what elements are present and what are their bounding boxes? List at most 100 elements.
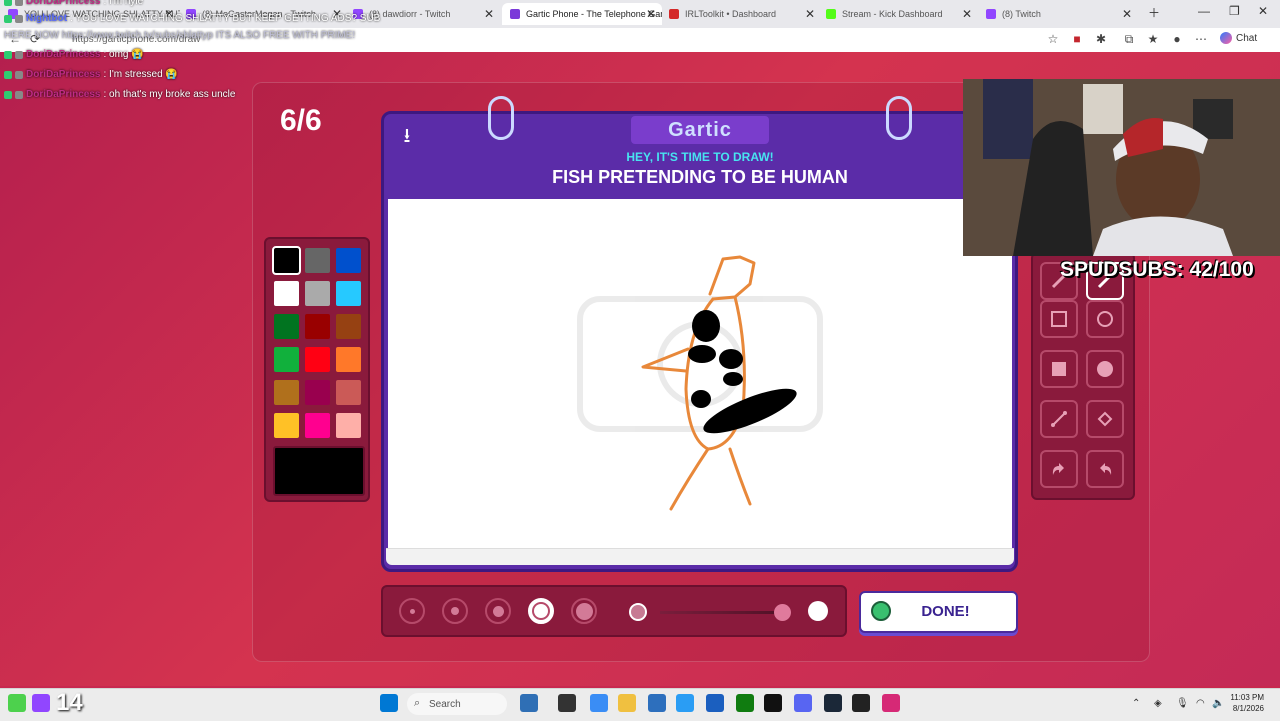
redo-icon[interactable] — [1086, 450, 1124, 488]
app-icon-3[interactable] — [706, 694, 724, 712]
maximize-icon[interactable]: ❐ — [1229, 4, 1240, 18]
color-swatch[interactable] — [305, 314, 330, 339]
color-swatch[interactable] — [274, 413, 299, 438]
color-swatch[interactable] — [336, 281, 361, 306]
color-swatch[interactable] — [305, 281, 330, 306]
filled-ellipse-tool[interactable] — [1086, 350, 1124, 388]
close-tab-icon[interactable]: ✕ — [1122, 7, 1132, 21]
collections-icon[interactable]: ★ — [1146, 32, 1160, 46]
color-swatch[interactable] — [336, 413, 361, 438]
color-swatch[interactable] — [336, 314, 361, 339]
tab-favicon-icon — [826, 9, 836, 19]
instruction-text: HEY, IT'S TIME TO DRAW! — [626, 150, 774, 164]
browser-tab[interactable]: Stream - Kick Dashboard ✕ — [818, 3, 978, 25]
brush-size-option[interactable] — [399, 598, 425, 624]
minimize-icon[interactable]: — — [1198, 4, 1210, 18]
opacity-max-indicator — [808, 601, 828, 621]
taskbar-search[interactable]: ⌕ Search — [407, 693, 507, 715]
brush-size-option[interactable] — [571, 598, 597, 624]
tray-chevron-icon[interactable]: ⌃ — [1132, 698, 1140, 709]
color-swatch[interactable] — [305, 248, 330, 273]
app-icon-2[interactable] — [676, 694, 694, 712]
color-swatch[interactable] — [336, 380, 361, 405]
capcut-icon[interactable] — [764, 694, 782, 712]
steam-icon[interactable] — [824, 694, 842, 712]
browser-tab[interactable]: IRLToolkit • Dashboard ✕ — [661, 3, 821, 25]
color-swatch[interactable] — [336, 347, 361, 372]
brush-size-option[interactable] — [485, 598, 511, 624]
chat-message: DoriDaPrincess: I'm stressed 😭 — [4, 69, 178, 80]
instagram-icon[interactable] — [882, 694, 900, 712]
color-swatch[interactable] — [305, 380, 330, 405]
new-tab-icon[interactable]: ＋ — [1148, 4, 1160, 21]
color-swatch[interactable] — [274, 380, 299, 405]
browser-tab[interactable]: (8) Twitch ✕ — [978, 3, 1138, 25]
color-swatch[interactable] — [274, 281, 299, 306]
obs-icon[interactable] — [852, 694, 870, 712]
copilot-chat-button[interactable]: Chat — [1220, 32, 1257, 44]
chat-badge-icon — [15, 70, 23, 79]
color-swatch[interactable] — [305, 413, 330, 438]
opacity-slider[interactable] — [660, 611, 788, 614]
chat-username[interactable]: DoriDaPrincess — [26, 89, 100, 100]
chat-text: : I'm stressed 😭 — [103, 69, 178, 80]
favorite-icon[interactable]: ☆ — [1046, 32, 1060, 46]
color-swatch[interactable] — [274, 347, 299, 372]
download-icon[interactable]: ⭳ — [395, 121, 419, 147]
puzzle-icon[interactable]: ✱ — [1094, 32, 1108, 46]
undo-icon[interactable] — [1040, 450, 1078, 488]
more-icon[interactable]: ⋯ — [1194, 32, 1208, 46]
vpn-icon[interactable]: ◈ — [1154, 698, 1162, 709]
split-screen-icon[interactable]: ⧉ — [1122, 32, 1136, 46]
volume-icon[interactable]: 🔈 — [1212, 698, 1224, 709]
discord-icon[interactable] — [794, 694, 812, 712]
gartic-logo: Gartic — [631, 116, 769, 144]
wifi-icon[interactable]: ◠ — [1196, 698, 1205, 709]
close-tab-icon[interactable]: ✕ — [805, 7, 815, 21]
close-tab-icon[interactable]: ✕ — [646, 7, 656, 21]
weather-icon[interactable] — [520, 694, 538, 712]
ellipse-tool[interactable] — [1086, 300, 1124, 338]
brush-size-option[interactable] — [528, 598, 554, 624]
drawing-canvas[interactable] — [388, 199, 1012, 549]
close-tab-icon[interactable]: ✕ — [484, 7, 494, 21]
canvas-page-edge — [386, 548, 1014, 565]
chat-username[interactable]: DoriDaPrincess — [26, 0, 100, 7]
chat-text: : YOU LOVE WATCHING SHLATTY BUT KEEP GET… — [70, 13, 381, 24]
browser-tab[interactable]: Gartic Phone - The Telephone Gam ✕ — [502, 3, 662, 25]
mic-icon[interactable]: 🎙 — [1176, 698, 1189, 709]
chat-username[interactable]: Nightbot — [26, 13, 67, 24]
brush-size-option[interactable] — [442, 598, 468, 624]
twitch-icon[interactable] — [32, 694, 50, 712]
xbox-icon[interactable] — [736, 694, 754, 712]
line-tool[interactable] — [1040, 400, 1078, 438]
profile-icon[interactable]: ● — [1170, 32, 1184, 46]
color-swatch[interactable] — [336, 248, 361, 273]
opacity-slider-knob[interactable] — [773, 604, 791, 621]
chat-username[interactable]: DoriDaPrincess — [26, 49, 100, 60]
fill-bucket-tool[interactable] — [1086, 400, 1124, 438]
close-window-icon[interactable]: ✕ — [1258, 4, 1268, 18]
extension-icon[interactable]: ■ — [1070, 32, 1084, 46]
brush-dot-icon — [409, 608, 415, 614]
done-button[interactable]: DONE! — [859, 591, 1018, 633]
app-icon-1[interactable] — [648, 694, 666, 712]
color-swatch[interactable] — [272, 246, 301, 275]
file-explorer-icon[interactable] — [618, 694, 636, 712]
start-icon[interactable] — [380, 694, 398, 712]
clock-time: 11:03 PM — [1230, 693, 1264, 702]
system-clock[interactable]: 11:03 PM 8/1/2026 — [1230, 692, 1264, 714]
rectangle-tool[interactable] — [1040, 300, 1078, 338]
edge-icon[interactable] — [590, 694, 608, 712]
color-swatch[interactable] — [274, 314, 299, 339]
color-swatch[interactable] — [305, 347, 330, 372]
tab-favicon-icon — [986, 9, 996, 19]
brush-dot-icon — [492, 605, 504, 617]
tab-label: Gartic Phone - The Telephone Gam — [526, 9, 662, 19]
filled-rectangle-tool[interactable] — [1040, 350, 1078, 388]
close-tab-icon[interactable]: ✕ — [962, 7, 972, 21]
stream-app-icon[interactable] — [8, 694, 26, 712]
chat-badge-icon — [15, 50, 23, 59]
task-view-icon[interactable] — [558, 694, 576, 712]
chat-username[interactable]: DoriDaPrincess — [26, 69, 100, 80]
